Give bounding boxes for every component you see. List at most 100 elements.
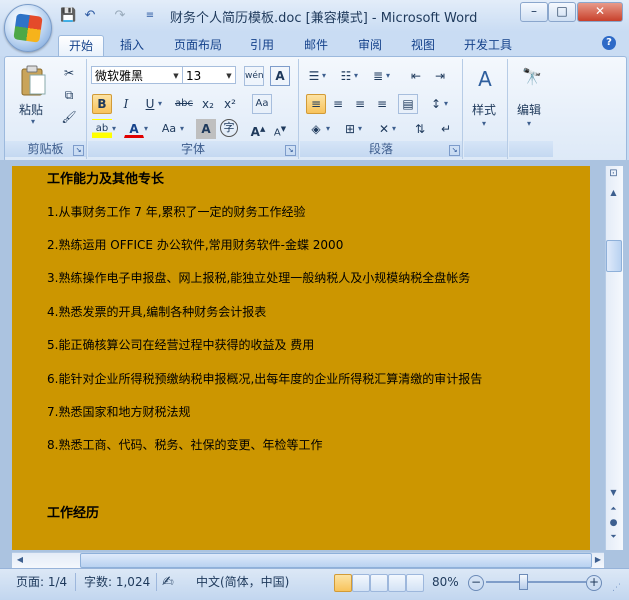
horizontal-scroll-thumb[interactable] [80, 553, 592, 568]
font-launcher-icon[interactable]: ↘ [285, 145, 296, 156]
grow-font-icon[interactable]: A▲ [248, 119, 268, 139]
paragraph-launcher-icon[interactable]: ↘ [449, 145, 460, 156]
outline-view-icon[interactable] [388, 574, 406, 592]
editing-button[interactable]: 编辑 [517, 101, 541, 118]
font-size-combo[interactable]: 13 ▼ [182, 66, 236, 84]
bullets-icon[interactable]: ☰ [304, 66, 324, 86]
draft-view-icon[interactable] [406, 574, 424, 592]
sort-icon[interactable]: ⇅ [410, 119, 430, 139]
chevron-down-icon[interactable]: ▾ [527, 119, 531, 128]
multilevel-list-icon[interactable]: ≣ [368, 66, 388, 86]
clipboard-launcher-icon[interactable]: ↘ [73, 145, 84, 156]
underline-button[interactable]: U [140, 94, 160, 114]
zoom-slider-track[interactable] [486, 581, 586, 583]
chevron-down-icon[interactable]: ▾ [112, 124, 116, 133]
help-icon[interactable]: ? [602, 36, 616, 50]
document-page[interactable]: 工作能力及其他专长 1.从事财务工作 7 年,累积了一定的财务工作经验 2.熟练… [12, 166, 590, 550]
shading-icon[interactable]: ◈ [306, 119, 326, 139]
scroll-left-icon[interactable]: ◀ [14, 555, 26, 564]
numbering-icon[interactable]: ☷ [336, 66, 356, 86]
line-spacing-icon[interactable]: ↕ [426, 94, 446, 114]
bold-button[interactable]: B [92, 94, 112, 114]
zoom-in-icon[interactable]: + [586, 575, 602, 591]
decrease-indent-icon[interactable]: ⇤ [406, 66, 426, 86]
chevron-down-icon[interactable]: ▾ [158, 99, 162, 108]
find-icon[interactable]: 🔭 [519, 67, 545, 91]
show-hide-marks-icon[interactable]: ↵ [436, 119, 456, 139]
borders-icon[interactable]: ⊞ [340, 119, 360, 139]
zoom-out-icon[interactable]: − [468, 575, 484, 591]
phonetic-guide-icon[interactable]: wén [244, 66, 264, 86]
page-count[interactable]: 页面: 1/4 [16, 574, 67, 590]
previous-page-icon[interactable]: ⏶ [606, 504, 621, 518]
tab-page-layout[interactable]: 页面布局 [166, 35, 230, 56]
scroll-right-icon[interactable]: ▶ [592, 555, 604, 564]
paste-button[interactable]: 粘贴 [19, 101, 43, 118]
chevron-down-icon[interactable]: ▾ [144, 124, 148, 133]
font-name-combo[interactable]: 微软雅黑 ▼ [91, 66, 183, 84]
chevron-down-icon[interactable]: ▾ [322, 71, 326, 80]
tab-developer[interactable]: 开发工具 [456, 35, 520, 56]
styles-button[interactable]: 样式 [472, 101, 496, 118]
chevron-down-icon[interactable]: ▾ [392, 124, 396, 133]
resize-grip-icon[interactable]: ⋰ [612, 583, 621, 593]
customize-qat-icon[interactable]: ≡ [142, 8, 158, 24]
chevron-down-icon[interactable]: ▾ [386, 71, 390, 80]
word-count[interactable]: 字数: 1,024 [84, 574, 150, 590]
align-right-icon[interactable]: ≡ [350, 94, 370, 114]
cut-icon[interactable]: ✂ [59, 63, 79, 83]
office-button[interactable] [4, 4, 52, 52]
superscript-button[interactable]: x² [220, 94, 240, 114]
tab-home[interactable]: 开始 [58, 35, 104, 57]
chevron-down-icon[interactable]: ▾ [358, 124, 362, 133]
close-button[interactable]: ✕ [577, 2, 623, 22]
chevron-down-icon[interactable]: ▼ [223, 67, 235, 83]
zoom-level[interactable]: 80% [432, 574, 459, 590]
tab-view[interactable]: 视图 [403, 35, 443, 56]
vertical-scroll-thumb[interactable] [606, 240, 622, 272]
align-center-icon[interactable]: ≡ [328, 94, 348, 114]
ruler-toggle-icon[interactable]: ⊡ [606, 168, 621, 186]
save-icon[interactable]: 💾 [60, 8, 76, 24]
proofing-icon[interactable]: ✍ [162, 574, 174, 590]
tab-review[interactable]: 审阅 [350, 35, 390, 56]
restore-button[interactable]: □ [548, 2, 576, 22]
paste-dropdown-icon[interactable]: ▾ [31, 117, 35, 126]
next-page-icon[interactable]: ⏷ [606, 532, 621, 546]
increase-indent-icon[interactable]: ⇥ [430, 66, 450, 86]
paste-icon[interactable] [19, 65, 47, 97]
scroll-down-icon[interactable]: ▼ [606, 488, 621, 502]
distributed-icon[interactable]: ▤ [398, 94, 418, 114]
subscript-button[interactable]: x₂ [198, 94, 218, 114]
strikethrough-button[interactable]: abc [174, 94, 194, 114]
web-layout-icon[interactable] [370, 574, 388, 592]
enclose-characters-icon[interactable]: 字 [220, 119, 238, 137]
tab-mailings[interactable]: 邮件 [296, 35, 336, 56]
character-shading-icon[interactable]: A [196, 119, 216, 139]
format-painter-icon[interactable]: 🖌 [59, 107, 79, 127]
italic-button[interactable]: I [116, 94, 136, 114]
character-border-icon[interactable]: A [270, 66, 290, 86]
copy-icon[interactable]: ⧉ [59, 85, 79, 105]
font-color-icon[interactable]: A [124, 119, 144, 138]
chevron-down-icon[interactable]: ▾ [326, 124, 330, 133]
justify-icon[interactable]: ≡ [372, 94, 392, 114]
tab-insert[interactable]: 插入 [112, 35, 152, 56]
language-indicator[interactable]: 中文(简体，中国) [196, 574, 289, 590]
print-layout-view-icon[interactable] [334, 574, 352, 592]
styles-icon[interactable]: A [472, 67, 498, 91]
clear-formatting-icon[interactable]: Aa [252, 94, 272, 114]
undo-icon[interactable]: ↶ [82, 8, 98, 24]
chevron-down-icon[interactable]: ▼ [170, 67, 182, 83]
highlight-icon[interactable]: ab [92, 119, 112, 139]
redo-icon[interactable]: ↷ [112, 8, 128, 24]
chevron-down-icon[interactable]: ▾ [444, 99, 448, 108]
tab-references[interactable]: 引用 [242, 35, 282, 56]
chinese-layout-icon[interactable]: ✕ [374, 119, 394, 139]
full-screen-reading-icon[interactable] [352, 574, 370, 592]
zoom-slider-thumb[interactable] [519, 574, 528, 590]
scroll-up-icon[interactable]: ▲ [606, 188, 621, 202]
chevron-down-icon[interactable]: ▾ [482, 119, 486, 128]
align-left-icon[interactable]: ≡ [306, 94, 326, 114]
change-case-icon[interactable]: Aa [156, 119, 182, 139]
